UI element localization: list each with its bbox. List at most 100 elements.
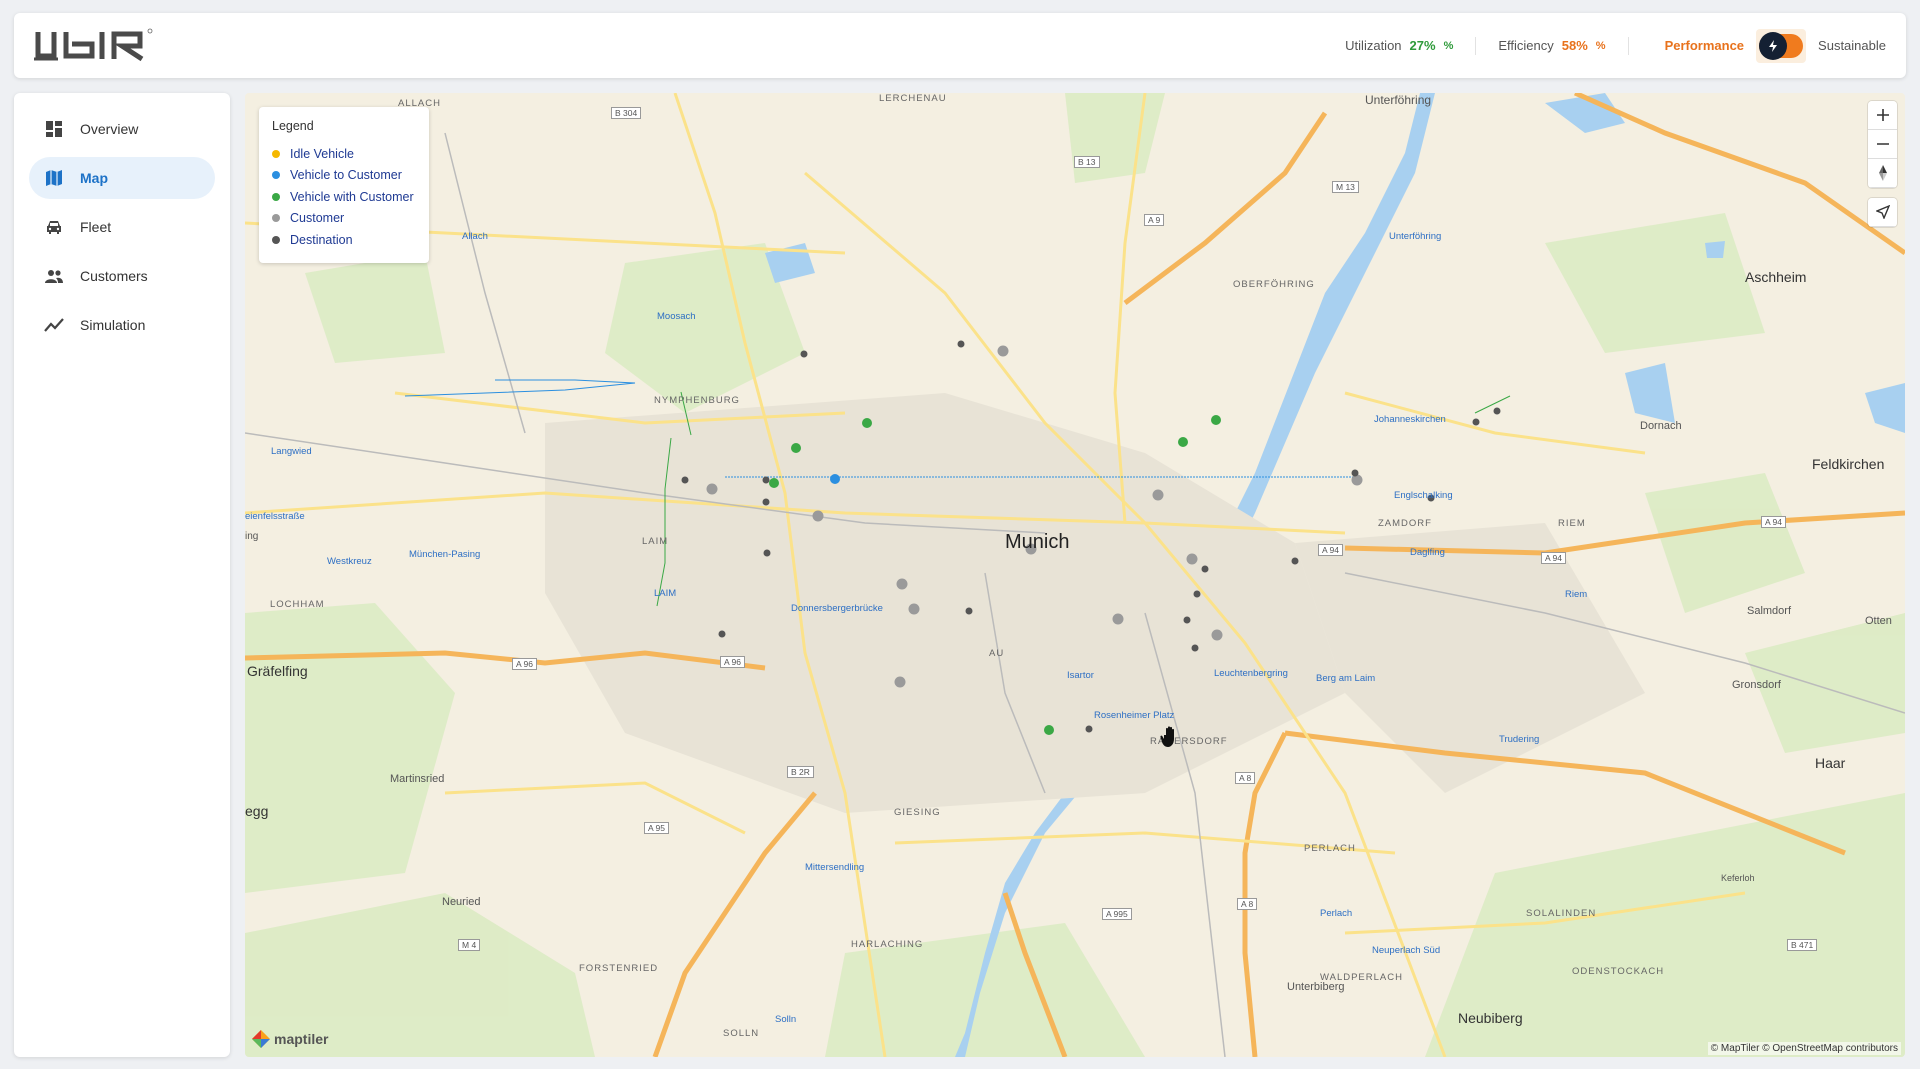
station-label: Leuchtenbergring: [1214, 668, 1288, 679]
legend-item-destination: Destination: [272, 229, 416, 251]
sidebar-item-label: Customers: [80, 268, 148, 284]
map-attribution[interactable]: © MapTiler © OpenStreetMap contributors: [1707, 1042, 1901, 1055]
road-shield: A 8: [1237, 898, 1258, 910]
road-shield: B 304: [611, 107, 642, 119]
map-label: NYMPHENBURG: [654, 395, 740, 406]
legend-item-to-customer: Vehicle to Customer: [272, 165, 416, 187]
idle-vehicle-dot-icon: [272, 149, 280, 158]
road-shield: A 94: [1318, 544, 1344, 556]
performance-label: Performance: [1664, 38, 1745, 53]
map-label: Gronsdorf: [1732, 679, 1781, 691]
legend-item-idle: Idle Vehicle: [272, 143, 416, 165]
lightning-icon: [1769, 39, 1778, 52]
efficiency-unit: %: [1595, 39, 1606, 52]
map-label: Neubiberg: [1458, 1010, 1523, 1026]
station-label: Unterföhring: [1389, 231, 1442, 242]
road-shield: A 94: [1541, 552, 1567, 564]
legend-label: Idle Vehicle: [290, 146, 354, 161]
utilization-unit: %: [1443, 39, 1454, 52]
station-label: Allach: [462, 231, 488, 242]
map-label: Unterbiberg: [1287, 981, 1345, 993]
map-label: SOLLN: [723, 1028, 760, 1039]
map-label: ing: [245, 531, 259, 542]
efficiency-value: 58%: [1561, 38, 1588, 53]
road-shield: B 13: [1074, 156, 1100, 168]
station-label: eienfelsstraße: [245, 511, 305, 522]
legend-label: Destination: [290, 232, 353, 247]
utilization-label: Utilization: [1345, 38, 1402, 53]
station-label: Isartor: [1067, 670, 1094, 681]
zoom-out-button[interactable]: [1868, 130, 1897, 159]
sidebar-item-simulation[interactable]: Simulation: [29, 304, 215, 346]
utilization-value: 27%: [1409, 38, 1436, 53]
map-label: AU: [989, 648, 1005, 659]
map-label: egg: [245, 803, 269, 819]
customer-dot-icon: [272, 214, 280, 223]
road-shield: A 96: [720, 656, 746, 668]
road-shield: A 9: [1144, 214, 1165, 226]
map-base-layer: [245, 93, 1905, 1057]
sidebar-item-fleet[interactable]: Fleet: [29, 206, 215, 248]
station-label: Donnersbergerbrücke: [791, 603, 883, 614]
road-shield: A 96: [512, 658, 538, 670]
sidebar-item-customers[interactable]: Customers: [29, 255, 215, 297]
map-label: LAIM: [642, 536, 669, 547]
road-shield: A 94: [1761, 516, 1787, 528]
zoom-in-button[interactable]: [1868, 101, 1897, 130]
station-label: Rosenheimer Platz: [1094, 710, 1175, 721]
map-label: Gräfelfing: [247, 663, 308, 679]
sidebar-item-overview[interactable]: Overview: [29, 108, 215, 150]
map-label: Salmdorf: [1747, 605, 1792, 617]
station-label: Mittersendling: [805, 862, 865, 873]
geolocate-button[interactable]: [1868, 198, 1897, 227]
mode-toggle[interactable]: [1756, 28, 1807, 63]
sustainable-label: Sustainable: [1818, 38, 1886, 53]
road-shield: A 8: [1235, 772, 1256, 784]
legend-item-with-customer: Vehicle with Customer: [272, 186, 416, 208]
map-label: Dornach: [1640, 420, 1682, 432]
sidebar-item-label: Fleet: [80, 219, 112, 235]
sidebar-item-label: Map: [80, 170, 108, 186]
compass-button[interactable]: [1868, 159, 1897, 188]
station-label: Englschalking: [1394, 490, 1453, 501]
map-label: LERCHENAU: [879, 93, 947, 104]
map-label: RIEM: [1558, 518, 1586, 529]
legend-label: Vehicle with Customer: [290, 189, 414, 204]
map-label: LOCHHAM: [270, 599, 325, 610]
station-label: Johanneskirchen: [1374, 414, 1446, 425]
road-shield: M 4: [458, 939, 481, 951]
maptiler-logo[interactable]: maptiler: [251, 1029, 328, 1049]
sidebar: Overview Map Fleet Customers Simulation: [14, 93, 230, 1057]
road-shield: B 2R: [787, 766, 814, 778]
maptiler-label: maptiler: [274, 1031, 329, 1047]
minus-icon: [1876, 143, 1889, 145]
location-arrow-icon: [1875, 205, 1890, 219]
compass-icon: [1878, 165, 1887, 181]
road-shield: A 995: [1102, 908, 1132, 920]
sidebar-item-map[interactable]: Map: [29, 157, 215, 199]
legend-item-customer: Customer: [272, 208, 416, 230]
vehicle-with-customer-dot-icon: [272, 192, 280, 201]
road-shield: A 95: [644, 822, 670, 834]
map-label: Neuried: [442, 896, 481, 908]
map-label: SOLALINDEN: [1526, 908, 1597, 919]
road-shield: M 13: [1332, 181, 1359, 193]
map-label: GIESING: [894, 807, 941, 818]
map-canvas[interactable]: ALLACH LERCHENAU Unterföhring NYMPHENBUR…: [245, 93, 1905, 1057]
map-label: FORSTENRIED: [579, 963, 659, 974]
trend-icon: [44, 315, 64, 335]
maptiler-icon: [252, 1030, 270, 1048]
station-label: Moosach: [657, 311, 696, 322]
road-shield: B 471: [1787, 939, 1818, 951]
map-label: Martinsried: [390, 773, 445, 785]
legend-label: Customer: [290, 211, 345, 226]
toggle-knob: [1759, 31, 1788, 60]
map-icon: [44, 168, 64, 188]
station-label: Perlach: [1320, 908, 1353, 919]
legend-title: Legend: [272, 119, 314, 133]
efficiency-label: Efficiency: [1498, 38, 1554, 53]
map-label: HARLACHING: [851, 939, 924, 950]
map-label: Haar: [1815, 755, 1846, 771]
map-city-label: Munich: [1005, 531, 1070, 553]
map-label: Otten: [1865, 615, 1892, 627]
